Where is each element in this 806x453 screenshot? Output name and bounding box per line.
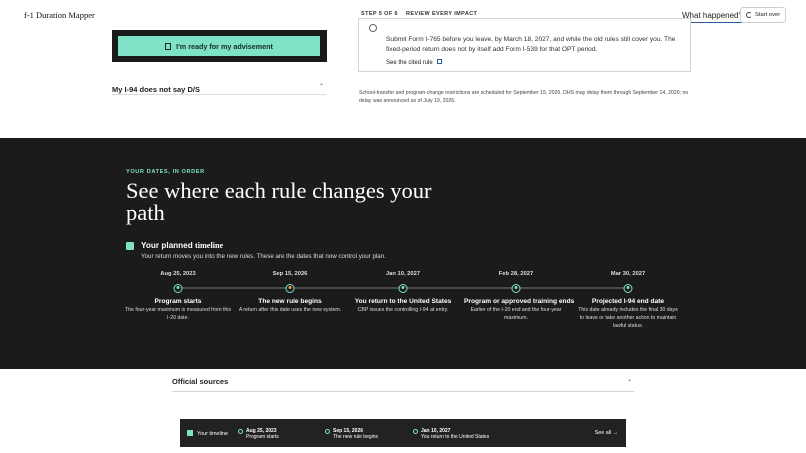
see-all-link[interactable]: See all → xyxy=(595,430,618,436)
event-description: A return after this date uses the new sy… xyxy=(238,307,342,313)
planned-subtitle: Your return moves you into the new rules… xyxy=(141,253,386,260)
planned-title: Your planned xyxy=(141,241,193,250)
timeline-event: You return to the United States CBP issu… xyxy=(351,298,455,315)
timeline-event: Projected I-94 end date This date alread… xyxy=(578,298,678,330)
mini-timeline-item[interactable]: Sep 15, 2026 The new rule begins xyxy=(325,428,379,441)
timeline-kicker: Your dates, in order xyxy=(126,169,205,175)
timeline-date: Mar 30, 2027 xyxy=(610,271,646,277)
timeline-marker-icon xyxy=(413,429,418,434)
start-over-button[interactable]: Start over xyxy=(740,7,787,23)
timeline-date: Jan 10, 2027 xyxy=(385,271,421,277)
ready-for-advisement-button[interactable]: I'm ready for my advisement xyxy=(118,36,320,56)
timeline-event: The new rule begins A return after this … xyxy=(238,298,342,315)
timeline-event: Program starts The four-year maximum is … xyxy=(123,298,233,323)
event-description: The four-year maximum is measured from t… xyxy=(124,307,232,321)
timeline-date: Aug 25, 2023 xyxy=(160,271,196,277)
event-title: You return to the United States xyxy=(354,298,452,305)
mini-timeline-item[interactable]: Jan 10, 2027 You return to the United St… xyxy=(413,428,490,441)
official-sources-title: Official sources xyxy=(172,377,229,386)
official-sources-accordion[interactable]: Official sources ⌄ xyxy=(172,371,634,392)
timeline-marker[interactable] xyxy=(173,283,183,293)
event-title: Program or approved training ends xyxy=(464,298,575,305)
i94-accordion-title: My I-94 does not say D/S xyxy=(112,85,200,94)
timeline-marker[interactable] xyxy=(398,283,408,293)
calendar-icon xyxy=(187,430,193,436)
timeline-event: Program or approved training ends Earlie… xyxy=(464,298,575,323)
what-happened-link[interactable]: What happened? xyxy=(682,11,743,23)
timeline-date: Feb 28, 2027 xyxy=(498,271,534,277)
timeline-date: Sep 15, 2026 xyxy=(272,271,308,277)
document-icon xyxy=(165,42,172,50)
mini-timeline-bar: Your timeline Aug 25, 2023 Program start… xyxy=(180,419,626,447)
step-label: Step 5 of 6 xyxy=(361,11,399,17)
impact-card: Submit Form I-765 before you leave, by M… xyxy=(358,18,691,72)
event-description: CBP issues the controlling I-94 at entry… xyxy=(357,307,449,313)
event-description: Earlier of the I-20 end and the four-yea… xyxy=(470,307,562,321)
timeline-section: Your dates, in order See where each rule… xyxy=(0,138,806,369)
start-over-label: Start over xyxy=(755,12,781,18)
cited-rule-label: See the cited rule xyxy=(386,60,433,66)
external-link-icon xyxy=(436,59,442,64)
mini-timeline-item[interactable]: Aug 25, 2023 Program starts xyxy=(238,428,279,441)
timeline-dates: Aug 25, 2023 Sep 15, 2026 Jan 10, 2027 F… xyxy=(0,271,806,281)
planned-title-emphasis: timeline xyxy=(194,241,224,250)
restart-icon xyxy=(746,12,752,18)
ready-button-label: I'm ready for my advisement xyxy=(176,41,273,51)
app-logo[interactable]: f-1 Duration Mapper xyxy=(24,10,95,20)
timeline-headline: See where each rule changes your path xyxy=(126,178,432,225)
step-title: Review every impact xyxy=(405,11,478,17)
mini-item-text: The new rule begins xyxy=(333,434,379,441)
event-title: Program starts xyxy=(154,298,202,305)
chevron-down-icon: ⌄ xyxy=(626,377,632,383)
timeline-marker[interactable] xyxy=(623,283,633,293)
school-transfer-note: School-transfer and program-change restr… xyxy=(359,90,689,104)
impact-body: Submit Form I-765 before you leave, by M… xyxy=(386,36,676,53)
i94-accordion[interactable]: My I-94 does not say D/S ⌄ xyxy=(112,79,326,95)
mini-item-text: Program starts xyxy=(246,434,279,441)
cited-rule-link[interactable]: See the cited rule xyxy=(386,59,442,66)
event-description: This date already includes the final 30 … xyxy=(578,307,678,329)
mini-timeline-label: Your timeline xyxy=(187,430,228,437)
timeline-marker-icon xyxy=(325,429,330,434)
chevron-down-icon: ⌄ xyxy=(318,81,324,87)
event-title: The new rule begins xyxy=(258,298,322,305)
advisement-card: I'm ready for my advisement xyxy=(112,30,327,62)
timeline-marker[interactable] xyxy=(511,283,521,293)
mini-item-text: You return to the United States xyxy=(421,434,490,441)
timeline-marker-icon xyxy=(238,429,243,434)
step-number-icon xyxy=(369,24,377,32)
calendar-icon xyxy=(126,242,134,250)
event-title: Projected I-94 end date xyxy=(591,298,665,305)
timeline-marker[interactable] xyxy=(285,283,295,293)
